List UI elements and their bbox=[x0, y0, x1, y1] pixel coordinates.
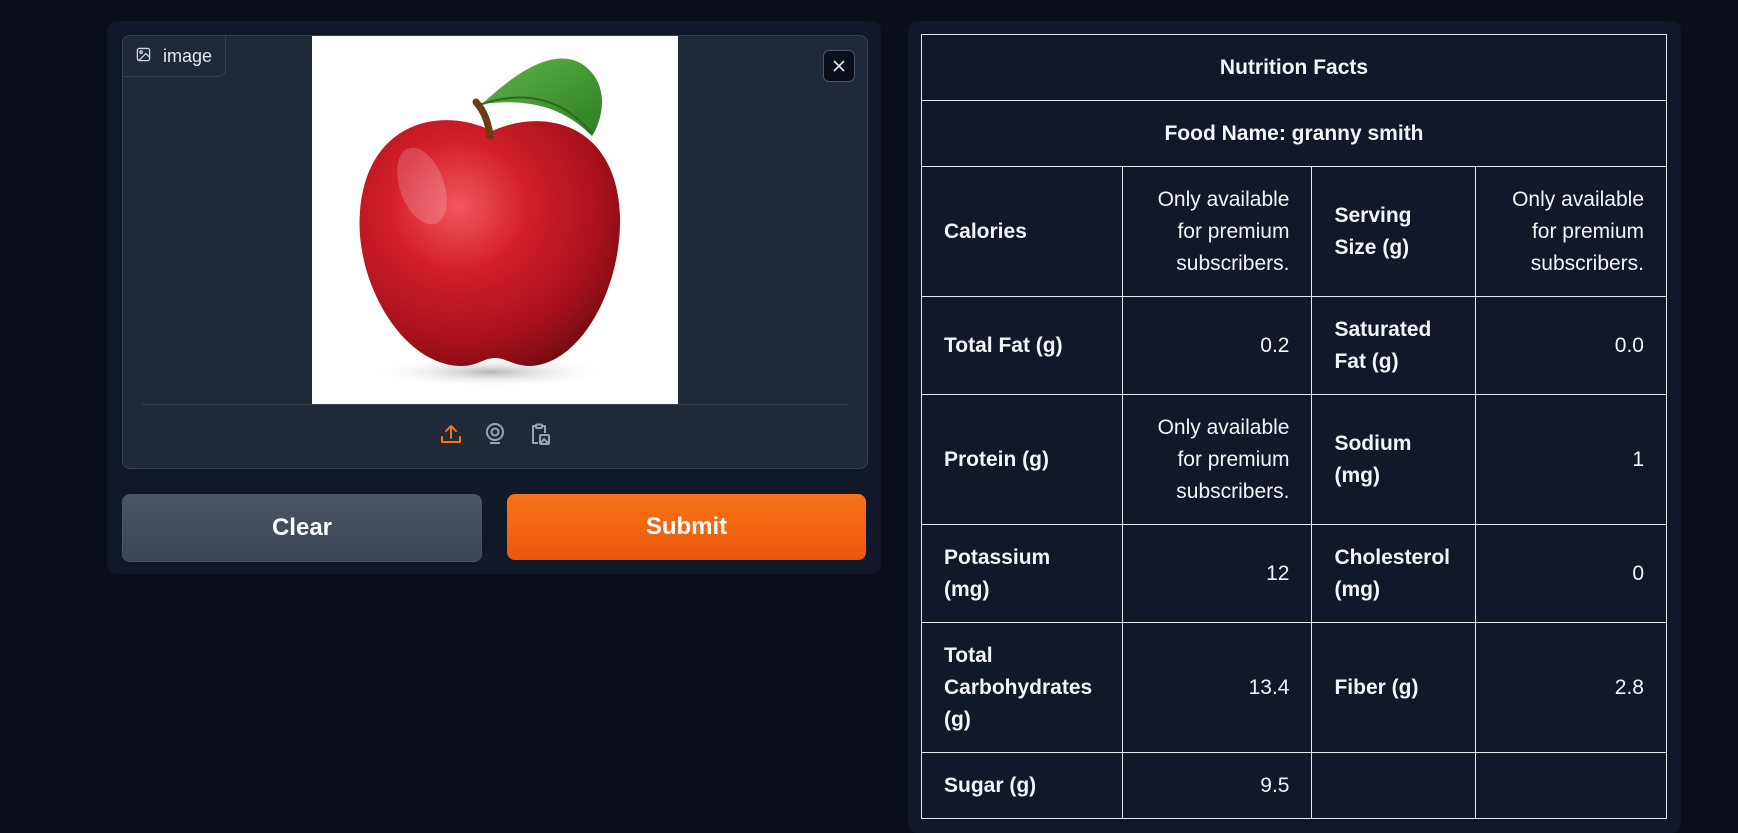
nutrient-label: Saturated Fat (g) bbox=[1311, 296, 1477, 395]
nutrient-value: Only available for premium subscribers. bbox=[1475, 166, 1667, 297]
food-name: Food Name: granny smith bbox=[921, 100, 1667, 167]
nutrient-label: Sugar (g) bbox=[921, 752, 1123, 819]
image-input-panel: image Clear Submit bbox=[107, 21, 881, 574]
nutrition-table: Nutrition Facts Food Name: granny smith … bbox=[921, 34, 1667, 819]
table-row: Potassium (mg) 12 Cholesterol (mg) 0 bbox=[921, 524, 1667, 623]
nutrient-value: 12 bbox=[1121, 524, 1313, 623]
upload-icon[interactable] bbox=[438, 421, 464, 447]
nutrient-value: 0.2 bbox=[1121, 296, 1313, 395]
nutrient-value: 2.8 bbox=[1475, 622, 1667, 753]
nutrient-value: 13.4 bbox=[1121, 622, 1313, 753]
apple-image bbox=[312, 36, 678, 404]
submit-button[interactable]: Submit bbox=[507, 494, 866, 560]
nutrient-label: Calories bbox=[921, 166, 1123, 297]
table-row: Sugar (g) 9.5 bbox=[921, 752, 1667, 819]
nutrient-label: Fiber (g) bbox=[1311, 622, 1477, 753]
image-icon bbox=[136, 46, 151, 67]
nutrient-label: Total Carbohydrates (g) bbox=[921, 622, 1123, 753]
table-title-row: Nutrition Facts bbox=[921, 34, 1667, 101]
webcam-icon[interactable] bbox=[482, 421, 508, 447]
nutrient-label: Cholesterol (mg) bbox=[1311, 524, 1477, 623]
nutrient-value: Only available for premium subscribers. bbox=[1121, 394, 1313, 525]
image-label: image bbox=[123, 36, 227, 77]
nutrient-label: Potassium (mg) bbox=[921, 524, 1123, 623]
nutrition-output-panel: Nutrition Facts Food Name: granny smith … bbox=[908, 21, 1681, 833]
nutrition-title: Nutrition Facts bbox=[921, 34, 1667, 101]
nutrient-value: 9.5 bbox=[1121, 752, 1313, 819]
nutrient-value: 0 bbox=[1475, 524, 1667, 623]
image-upload-area[interactable]: image bbox=[122, 35, 868, 469]
nutrient-value: 0.0 bbox=[1475, 296, 1667, 395]
nutrient-label: Sodium (mg) bbox=[1311, 394, 1477, 525]
nutrient-label bbox=[1311, 752, 1477, 819]
nutrient-label: Protein (g) bbox=[921, 394, 1123, 525]
table-row: Protein (g) Only available for premium s… bbox=[921, 394, 1667, 525]
nutrient-label: Total Fat (g) bbox=[921, 296, 1123, 395]
source-divider bbox=[142, 404, 848, 405]
nutrient-value: 1 bbox=[1475, 394, 1667, 525]
food-name-row: Food Name: granny smith bbox=[921, 100, 1667, 167]
nutrient-label: Serving Size (g) bbox=[1311, 166, 1477, 297]
nutrient-value bbox=[1475, 752, 1667, 819]
nutrient-value: Only available for premium subscribers. bbox=[1121, 166, 1313, 297]
source-selector bbox=[123, 421, 867, 447]
image-label-text: image bbox=[163, 45, 213, 66]
clipboard-icon[interactable] bbox=[526, 421, 552, 447]
close-icon[interactable] bbox=[823, 50, 855, 82]
table-row: Calories Only available for premium subs… bbox=[921, 166, 1667, 297]
clear-button[interactable]: Clear bbox=[122, 494, 482, 562]
table-row: Total Carbohydrates (g) 13.4 Fiber (g) 2… bbox=[921, 622, 1667, 753]
table-row: Total Fat (g) 0.2 Saturated Fat (g) 0.0 bbox=[921, 296, 1667, 395]
